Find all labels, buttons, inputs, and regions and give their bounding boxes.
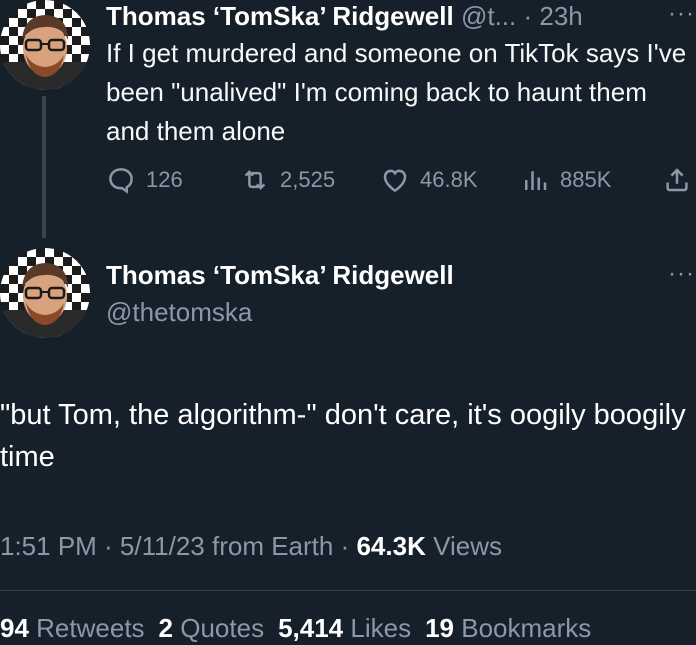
avatar-portrait (0, 263, 90, 338)
more-options-icon[interactable]: ··· (668, 2, 695, 26)
author-handle[interactable]: @thetomska (106, 296, 252, 328)
reply-button[interactable]: 126 (106, 162, 183, 198)
reply-tweet-text: If I get murdered and someone on TikTok … (106, 38, 687, 146)
like-count: 46.8K (420, 167, 478, 192)
views-count: 885K (560, 167, 612, 192)
retweets-stat[interactable]: 94 Retweets (0, 613, 145, 643)
share-icon (666, 168, 688, 192)
author-name[interactable]: Thomas ‘TomSka’ Ridgewell (106, 1, 454, 31)
bookmarks-label: Bookmarks (461, 613, 592, 643)
tweet-time[interactable]: 23h (539, 1, 582, 31)
thread-connector-line (42, 96, 46, 238)
retweet-count: 2,525 (280, 167, 336, 192)
views-button[interactable]: 885K (520, 162, 611, 198)
tweet-thread: Thomas ‘TomSka’ Ridgewell @t... · 23h ··… (0, 0, 696, 645)
share-button[interactable] (662, 162, 692, 198)
engagement-stats: 94 Retweets 2 Quotes 5,414 Likes 19 Bookmar… (0, 610, 605, 645)
quotes-label: Quotes (180, 613, 265, 643)
views-icon (525, 171, 547, 190)
avatar[interactable] (0, 0, 90, 90)
avatar-portrait (0, 15, 90, 90)
retweet-button[interactable]: 2,525 (240, 162, 335, 198)
divider (0, 590, 696, 591)
likes-label: Likes (350, 613, 412, 643)
quotes-count: 2 (158, 613, 174, 643)
views-count: 64.3K (356, 531, 426, 561)
author-name[interactable]: Thomas ‘TomSka’ Ridgewell (106, 258, 454, 292)
retweets-label: Retweets (36, 613, 145, 643)
retweets-count: 94 (0, 613, 29, 643)
like-button[interactable]: 46.8K (380, 162, 478, 198)
quotes-stat[interactable]: 2 Quotes (159, 613, 265, 643)
bookmarks-count: 19 (425, 613, 455, 643)
avatar[interactable] (0, 248, 90, 338)
retweet-icon (244, 170, 266, 190)
like-icon (383, 169, 407, 193)
tweet-timestamp[interactable]: 1:51 PM · 5/11/23 from Earth · (0, 531, 349, 561)
reply-icon (109, 168, 133, 194)
reply-count: 126 (146, 167, 183, 192)
tweet-meta: 1:51 PM · 5/11/23 from Earth · 64.3K Vie… (0, 528, 502, 564)
more-options-icon[interactable]: ··· (668, 262, 695, 286)
likes-stat[interactable]: 5,414 Likes (278, 613, 411, 643)
reply-tweet-actions: 126 2,525 46.8K 885K (106, 162, 696, 198)
views-label: Views (433, 531, 502, 561)
likes-count: 5,414 (278, 613, 344, 643)
main-tweet-text: "but Tom, the algorithm-" don't care, it… (0, 399, 686, 473)
author-handle[interactable]: @t... (461, 1, 516, 31)
bookmarks-stat[interactable]: 19 Bookmarks (425, 613, 591, 643)
meta-separator: · (523, 1, 533, 31)
reply-tweet-header: Thomas ‘TomSka’ Ridgewell @t... · 23h (106, 0, 583, 32)
